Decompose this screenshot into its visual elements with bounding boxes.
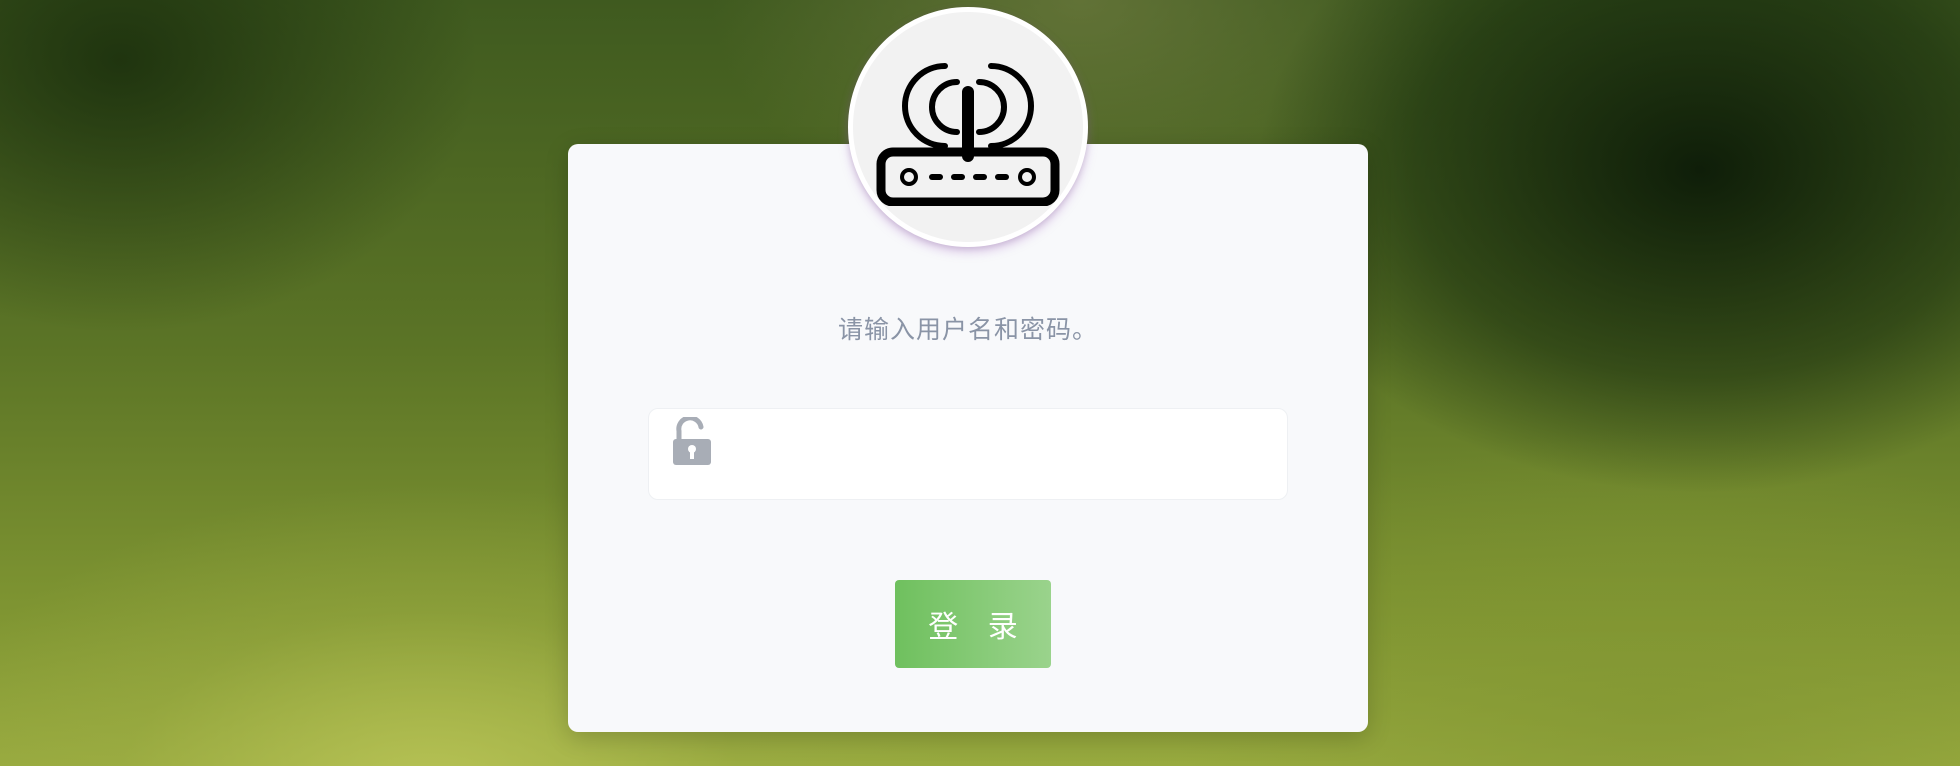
login-prompt: 请输入用户名和密码。 [837, 315, 1098, 344]
unlocked-padlock-icon [673, 417, 711, 465]
login-button[interactable]: 登 录 [895, 580, 1051, 668]
password-input[interactable] [729, 419, 1273, 491]
wireless-router-icon [876, 63, 1060, 206]
router-logo [848, 7, 1088, 247]
password-field[interactable] [648, 408, 1288, 500]
